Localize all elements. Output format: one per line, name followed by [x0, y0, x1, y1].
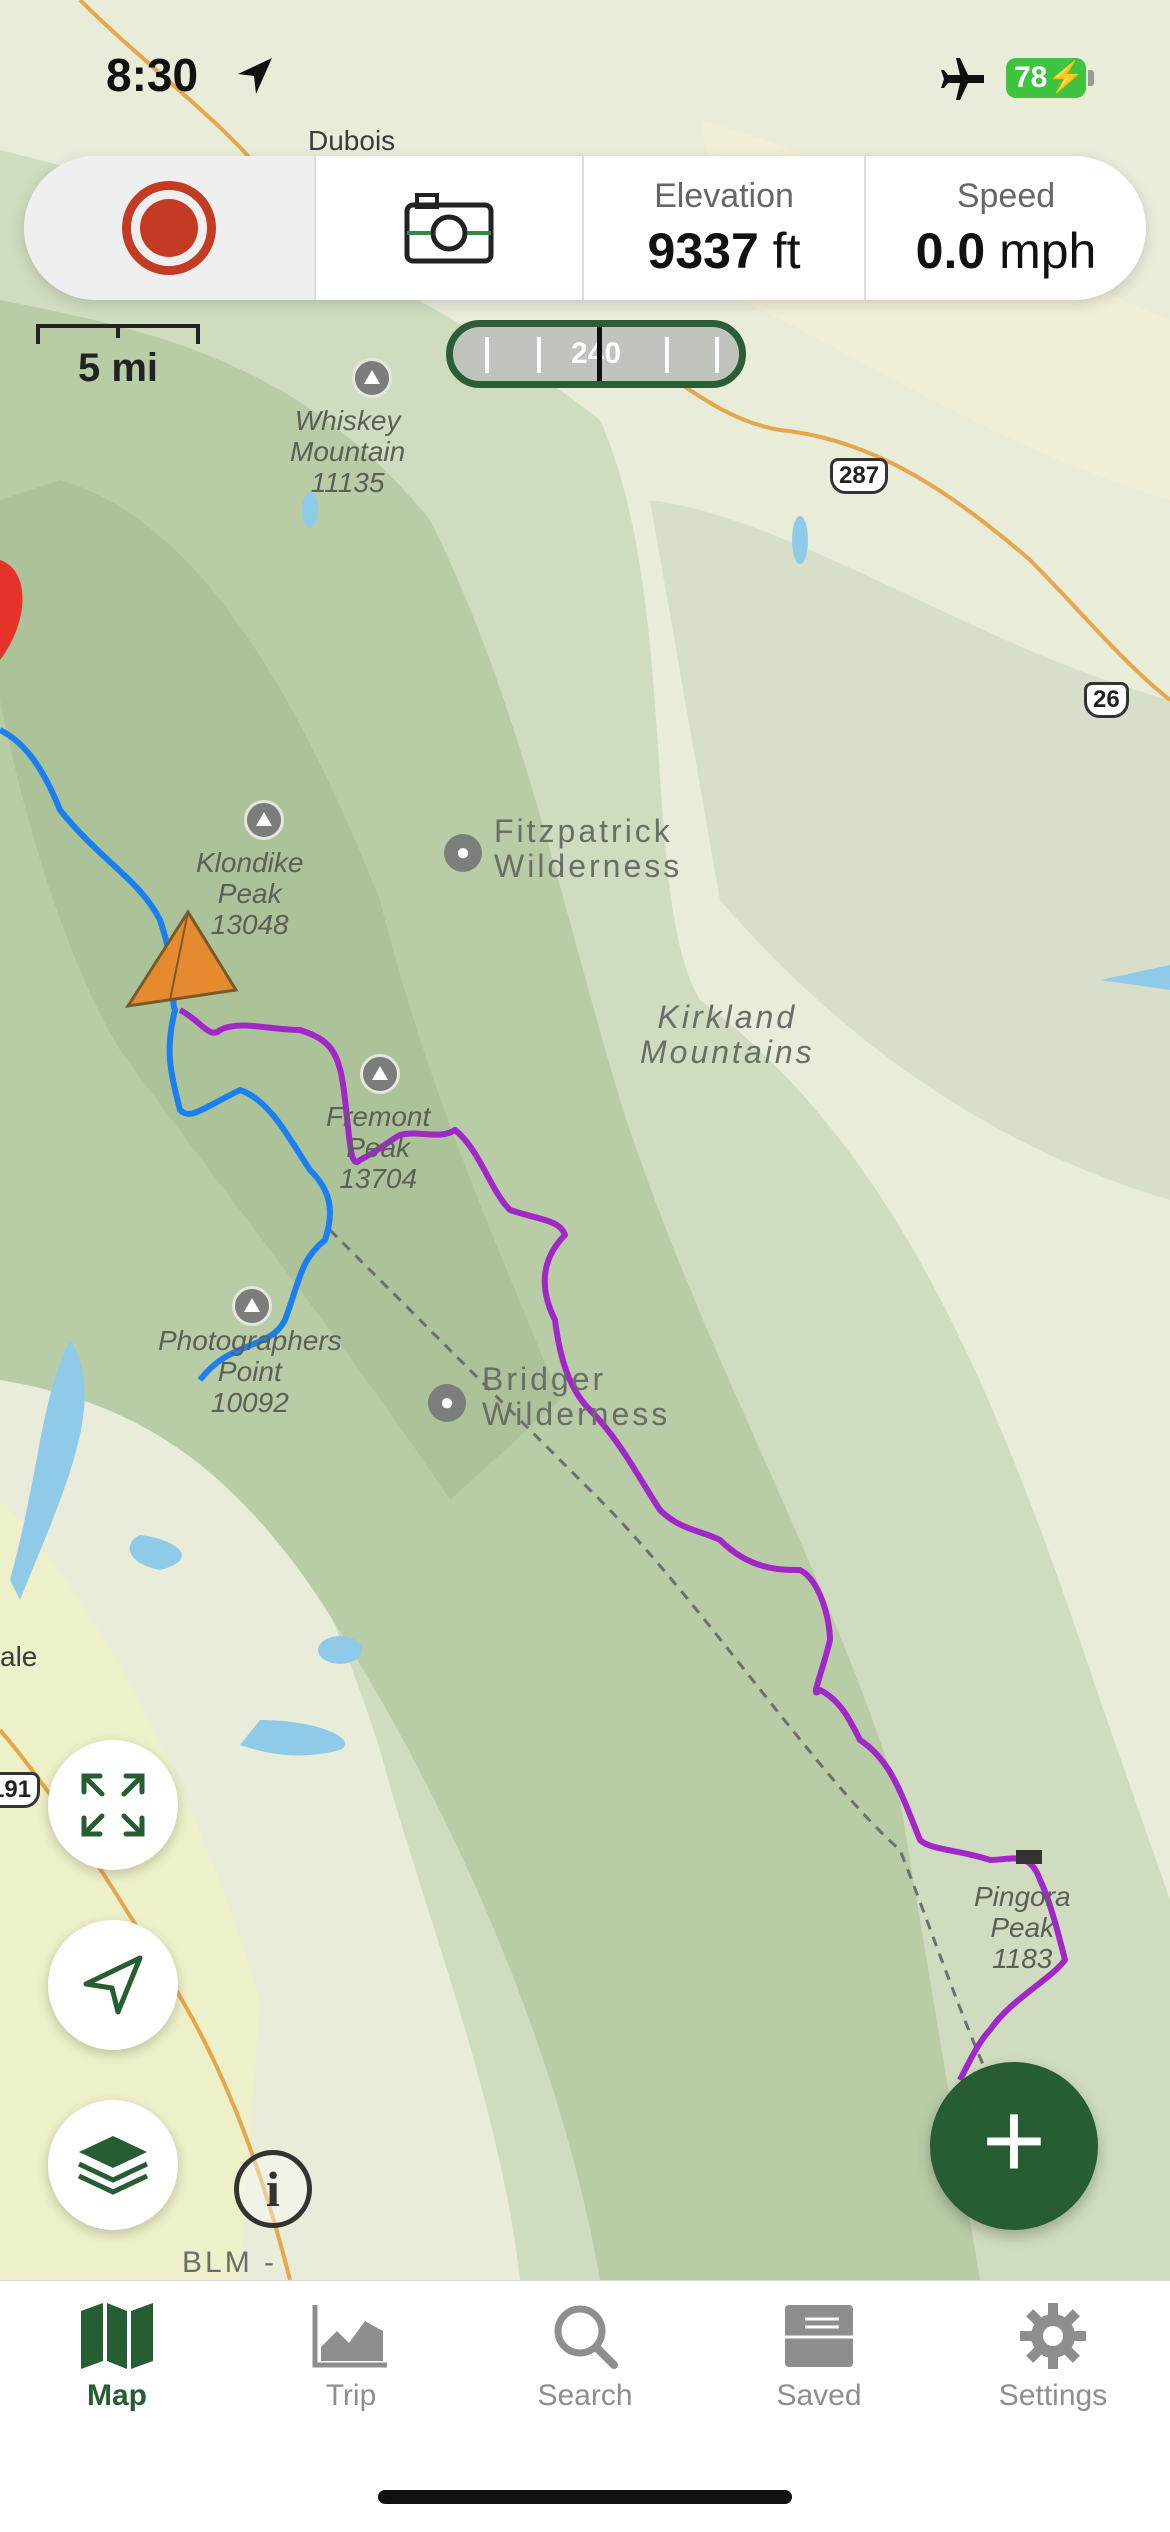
tab-search[interactable]: Search	[468, 2281, 702, 2451]
navigation-arrow-icon	[83, 1955, 143, 2015]
label-blm: BLM -	[182, 2246, 278, 2279]
compass-degrees: 240	[570, 337, 622, 370]
tab-saved[interactable]: Saved	[702, 2281, 936, 2451]
record-button[interactable]	[24, 156, 316, 300]
charging-icon: ⚡	[1047, 61, 1085, 94]
tab-settings[interactable]: Settings	[936, 2281, 1170, 2451]
expand-icon	[81, 1773, 145, 1837]
speed-unit: mph	[999, 222, 1097, 279]
speed-value: 0.0	[915, 222, 986, 279]
elevation-unit: ft	[772, 222, 801, 279]
gear-icon	[1020, 2303, 1086, 2369]
elevation-readout: Elevation 9337 ft	[584, 156, 866, 300]
label-fremont-peak: Fremont Peak 13704	[326, 1101, 431, 1194]
record-icon	[122, 181, 216, 275]
folder-icon	[785, 2305, 853, 2367]
info-button[interactable]: i	[234, 2150, 312, 2228]
label-bridger-wilderness: Bridger Wilderness	[482, 1361, 671, 1433]
map-scale: 5 mi	[36, 324, 200, 391]
fullscreen-button[interactable]	[48, 1740, 178, 1870]
tab-label: Saved	[776, 2379, 862, 2412]
peak-icon	[352, 358, 392, 398]
search-icon	[554, 2305, 618, 2369]
label-pingora-peak: Pingora Peak 1183	[974, 1881, 1071, 1974]
status-bar: 8:30 78⚡	[0, 0, 1170, 140]
label-kirkland-mountains: Kirkland Mountains	[640, 999, 815, 1071]
label-fitzpatrick-wilderness: Fitzpatrick Wilderness	[494, 813, 683, 885]
speed-readout: Speed 0.0 mph	[866, 156, 1146, 300]
layers-icon	[77, 2136, 149, 2195]
add-button[interactable]: +	[930, 2062, 1098, 2230]
tab-label: Map	[87, 2379, 147, 2412]
plus-icon: +	[981, 2079, 1047, 2202]
map-layers-button[interactable]	[48, 2100, 178, 2230]
highway-shield-26: 26	[1084, 682, 1129, 718]
camera-icon	[404, 193, 494, 264]
map-icon	[81, 2303, 153, 2369]
compass-heading[interactable]: 240	[446, 320, 746, 388]
info-icon: i	[266, 2161, 280, 2217]
highway-shield-287: 287	[830, 458, 889, 494]
chart-icon	[312, 2305, 387, 2368]
label-klondike-peak: Klondike Peak 13048	[196, 847, 304, 940]
speed-label: Speed	[956, 176, 1056, 215]
battery-indicator: 78⚡	[1006, 58, 1086, 98]
peak-icon	[244, 800, 284, 840]
tab-map[interactable]: Map	[0, 2281, 234, 2451]
tracking-toolbar: Elevation 9337 ft Speed 0.0 mph	[24, 156, 1146, 300]
home-indicator	[378, 2490, 792, 2504]
battery-level: 78	[1014, 61, 1048, 94]
peak-icon	[360, 1054, 400, 1094]
label-whiskey-mountain: Whiskey Mountain 11135	[290, 405, 406, 498]
tab-label: Trip	[325, 2379, 377, 2412]
hiker-icon: ●	[428, 1384, 466, 1422]
camera-button[interactable]	[316, 156, 584, 300]
label-ale: ale	[0, 1641, 38, 1672]
scale-label: 5 mi	[77, 346, 159, 390]
elevation-label: Elevation	[654, 176, 794, 215]
compass-needle	[597, 327, 602, 381]
tab-label: Search	[537, 2379, 633, 2412]
status-time: 8:30	[106, 49, 199, 101]
elevation-value: 9337	[647, 222, 759, 279]
label-photographers-point: Photographers Point 10092	[158, 1325, 342, 1418]
highway-shield-191: 191	[0, 1772, 41, 1808]
record-dot	[140, 199, 198, 257]
battery-cap	[1088, 70, 1094, 86]
scale-bar	[36, 324, 200, 344]
location-arrow-icon	[238, 58, 272, 94]
tab-trip[interactable]: Trip	[234, 2281, 468, 2451]
hiker-icon: ●	[444, 834, 482, 872]
locate-me-button[interactable]	[48, 1920, 178, 2050]
tab-label: Settings	[998, 2379, 1108, 2412]
airplane-icon	[941, 58, 984, 100]
peak-icon	[232, 1286, 272, 1326]
